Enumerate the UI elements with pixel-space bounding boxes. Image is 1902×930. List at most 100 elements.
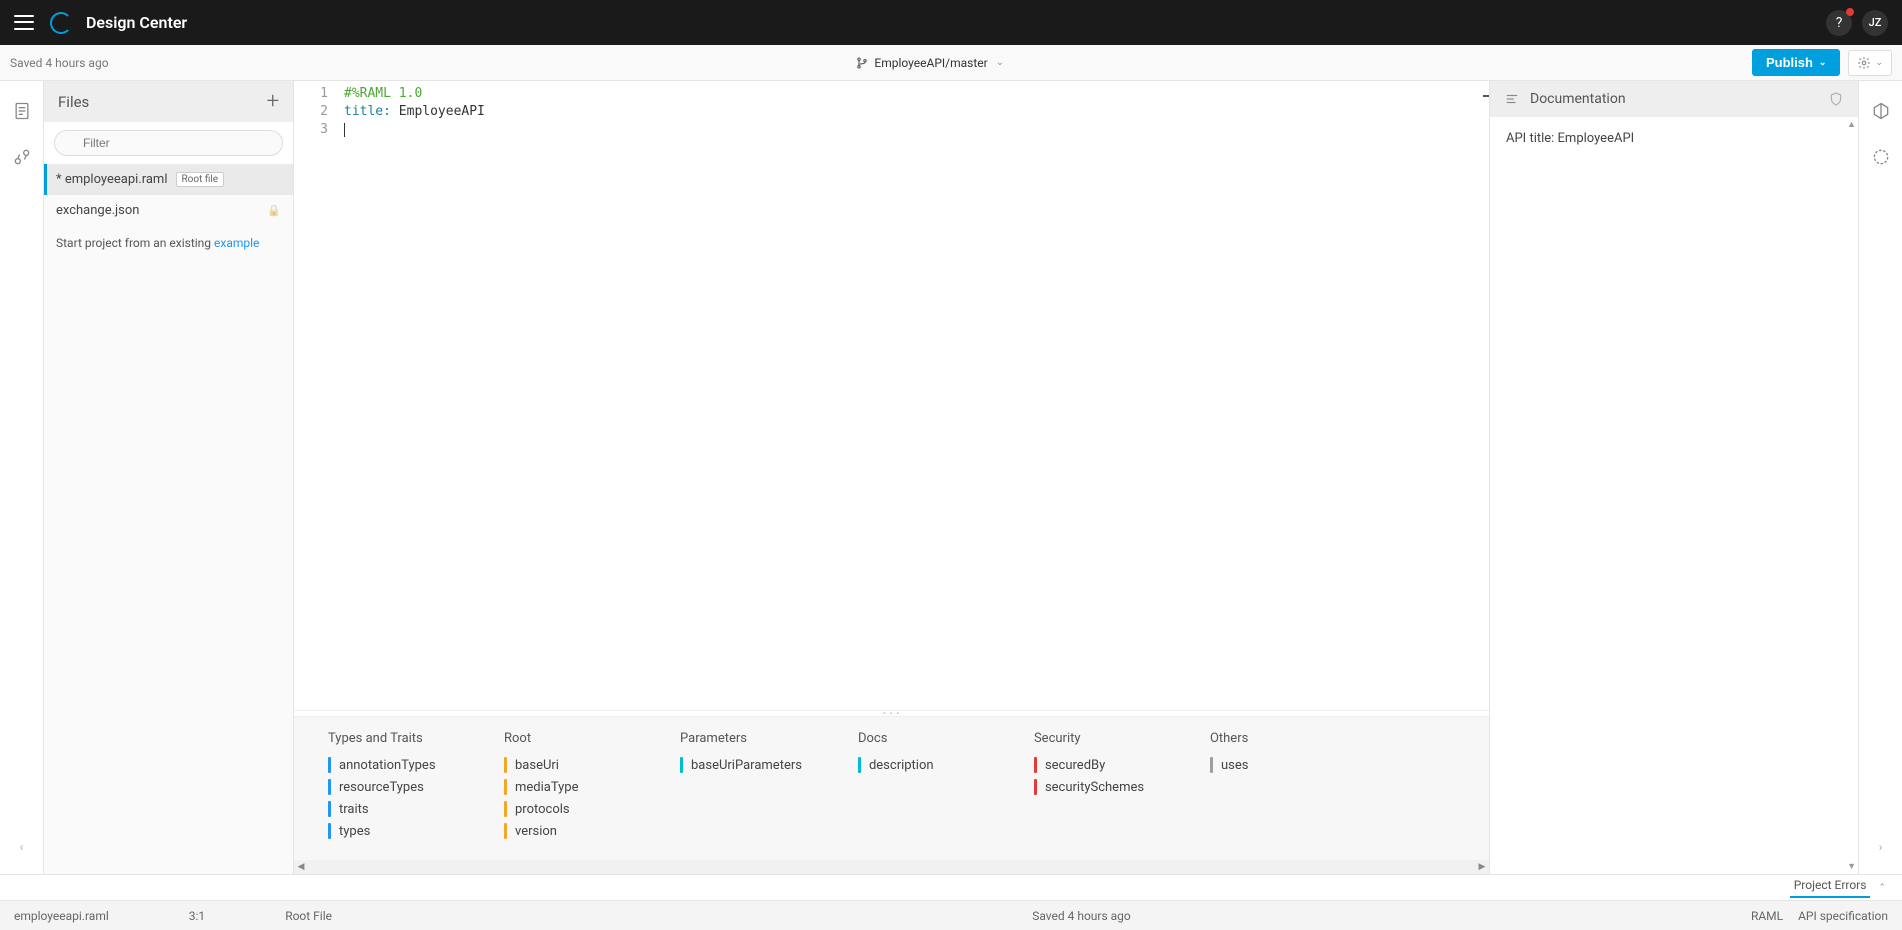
suggestion-item[interactable]: mediaType	[504, 776, 624, 798]
project-errors-tab[interactable]: Project Errors	[1790, 878, 1871, 898]
category-bar-icon	[328, 779, 331, 795]
suggestion-item[interactable]: description	[858, 754, 978, 776]
files-tab-icon[interactable]	[12, 101, 32, 121]
scroll-right-icon[interactable]: ▶	[1475, 862, 1489, 872]
help-icon: ?	[1836, 15, 1843, 31]
category-bar-icon	[504, 801, 507, 817]
code-lines[interactable]: #%RAML 1.0title: EmployeeAPI	[338, 81, 1489, 710]
suggestion-item[interactable]: protocols	[504, 798, 624, 820]
status-file: employeeapi.raml	[14, 909, 109, 923]
horizontal-scrollbar[interactable]: ◀ ▶	[294, 860, 1489, 874]
suggestion-label: protocols	[515, 802, 570, 817]
example-link[interactable]: example	[214, 236, 259, 250]
documentation-panel: Documentation ▲ API title: EmployeeAPI ▼	[1490, 81, 1858, 874]
suggestion-column: Parameters baseUriParameters	[680, 731, 802, 842]
shield-icon[interactable]	[1828, 91, 1844, 107]
filter-input[interactable]	[54, 130, 283, 156]
category-bar-icon	[1210, 757, 1213, 773]
status-saved: Saved 4 hours ago	[412, 909, 1751, 923]
subheader: Saved 4 hours ago EmployeeAPI/master ⌄ P…	[0, 45, 1902, 81]
suggestion-header: Others	[1210, 731, 1330, 746]
collapse-left-icon[interactable]: ‹	[20, 840, 24, 874]
suggestion-item[interactable]: securedBy	[1034, 754, 1154, 776]
list-icon	[1504, 92, 1520, 106]
chevron-down-icon: ⌄	[1819, 57, 1827, 68]
suggestion-label: types	[339, 824, 370, 839]
suggestion-label: annotationTypes	[339, 758, 436, 773]
code-area[interactable]: 123 #%RAML 1.0title: EmployeeAPI	[294, 81, 1489, 710]
project-breadcrumb[interactable]: EmployeeAPI/master ⌄	[109, 56, 1752, 70]
exchange-tab-icon[interactable]	[1871, 101, 1891, 121]
suggestion-item[interactable]: securitySchemes	[1034, 776, 1154, 798]
suggestion-item[interactable]: baseUri	[504, 754, 624, 776]
status-role: Root File	[285, 909, 332, 923]
app-title: Design Center	[86, 13, 187, 32]
mocking-tab-icon[interactable]	[1871, 147, 1891, 167]
suggestions-panel: Types and Traits annotationTypes resourceT…	[294, 716, 1489, 860]
suggestion-item[interactable]: resourceTypes	[328, 776, 448, 798]
suggestion-item[interactable]: types	[328, 820, 448, 842]
suggestion-label: securedBy	[1045, 758, 1105, 773]
category-bar-icon	[504, 823, 507, 839]
docs-body: ▲ API title: EmployeeAPI ▼	[1490, 117, 1858, 874]
status-lang: RAML	[1751, 909, 1783, 923]
suggestion-header: Docs	[858, 731, 978, 746]
docs-title: Documentation	[1530, 91, 1626, 107]
suggestion-column: Root baseUri mediaType protocols version	[504, 731, 624, 842]
publish-button[interactable]: Publish ⌄	[1752, 49, 1841, 76]
example-note: Start project from an existing example	[44, 226, 293, 260]
filter-area: ⌕	[44, 122, 293, 164]
gear-icon	[1857, 56, 1871, 70]
lock-icon: 🔒	[267, 204, 281, 217]
suggestion-item[interactable]: baseUriParameters	[680, 754, 802, 776]
add-file-button[interactable]: +	[267, 89, 279, 114]
publish-label: Publish	[1766, 55, 1813, 70]
topbar: Design Center ? JZ	[0, 0, 1902, 45]
suggestion-item[interactable]: traits	[328, 798, 448, 820]
file-item[interactable]: * employeeapi.ramlRoot file	[44, 164, 293, 195]
suggestion-label: version	[515, 824, 557, 839]
files-panel-title: Files	[58, 93, 89, 111]
suggestion-item[interactable]: uses	[1210, 754, 1330, 776]
resize-handle-icon[interactable]	[1483, 95, 1489, 111]
file-name: * employeeapi.raml	[56, 172, 168, 187]
scroll-up-icon[interactable]: ▲	[1847, 119, 1856, 130]
help-button[interactable]: ?	[1826, 10, 1852, 36]
suggestion-label: securitySchemes	[1045, 780, 1144, 795]
left-rail: ‹	[0, 81, 44, 874]
suggestion-label: description	[869, 758, 934, 773]
suggestion-header: Parameters	[680, 731, 802, 746]
file-item[interactable]: exchange.json🔒	[44, 195, 293, 226]
suggestion-label: resourceTypes	[339, 780, 424, 795]
suggestion-column: Docs description	[858, 731, 978, 842]
suggestion-label: baseUri	[515, 758, 559, 773]
breadcrumb-text: EmployeeAPI/master	[874, 56, 987, 70]
chevron-up-icon[interactable]: ⌃	[1878, 883, 1886, 893]
suggestion-header: Security	[1034, 731, 1154, 746]
docs-content: API title: EmployeeAPI	[1506, 131, 1842, 146]
chevron-down-icon: ⌄	[1875, 58, 1883, 68]
menu-icon[interactable]	[14, 13, 34, 33]
category-bar-icon	[1034, 757, 1037, 773]
scroll-left-icon[interactable]: ◀	[294, 862, 308, 872]
suggestion-header: Types and Traits	[328, 731, 448, 746]
suggestion-item[interactable]: annotationTypes	[328, 754, 448, 776]
files-list: * employeeapi.ramlRoot fileexchange.json…	[44, 164, 293, 226]
suggestion-column: Security securedBy securitySchemes	[1034, 731, 1154, 842]
category-bar-icon	[328, 757, 331, 773]
line-gutter: 123	[294, 81, 338, 710]
suggestion-header: Root	[504, 731, 624, 746]
scroll-down-icon[interactable]: ▼	[1847, 861, 1856, 872]
suggestion-item[interactable]: version	[504, 820, 624, 842]
category-bar-icon	[504, 779, 507, 795]
notification-dot-icon	[1846, 8, 1854, 16]
settings-button[interactable]: ⌄	[1848, 50, 1892, 76]
dependencies-tab-icon[interactable]	[12, 147, 32, 167]
category-bar-icon	[858, 757, 861, 773]
category-bar-icon	[504, 757, 507, 773]
collapse-right-icon[interactable]: ›	[1879, 840, 1883, 874]
category-bar-icon	[328, 801, 331, 817]
logo-icon	[50, 12, 72, 34]
user-avatar[interactable]: JZ	[1862, 10, 1888, 36]
main-area: ‹ Files + ⌕ * employeeapi.ramlRoot filee…	[0, 81, 1902, 874]
